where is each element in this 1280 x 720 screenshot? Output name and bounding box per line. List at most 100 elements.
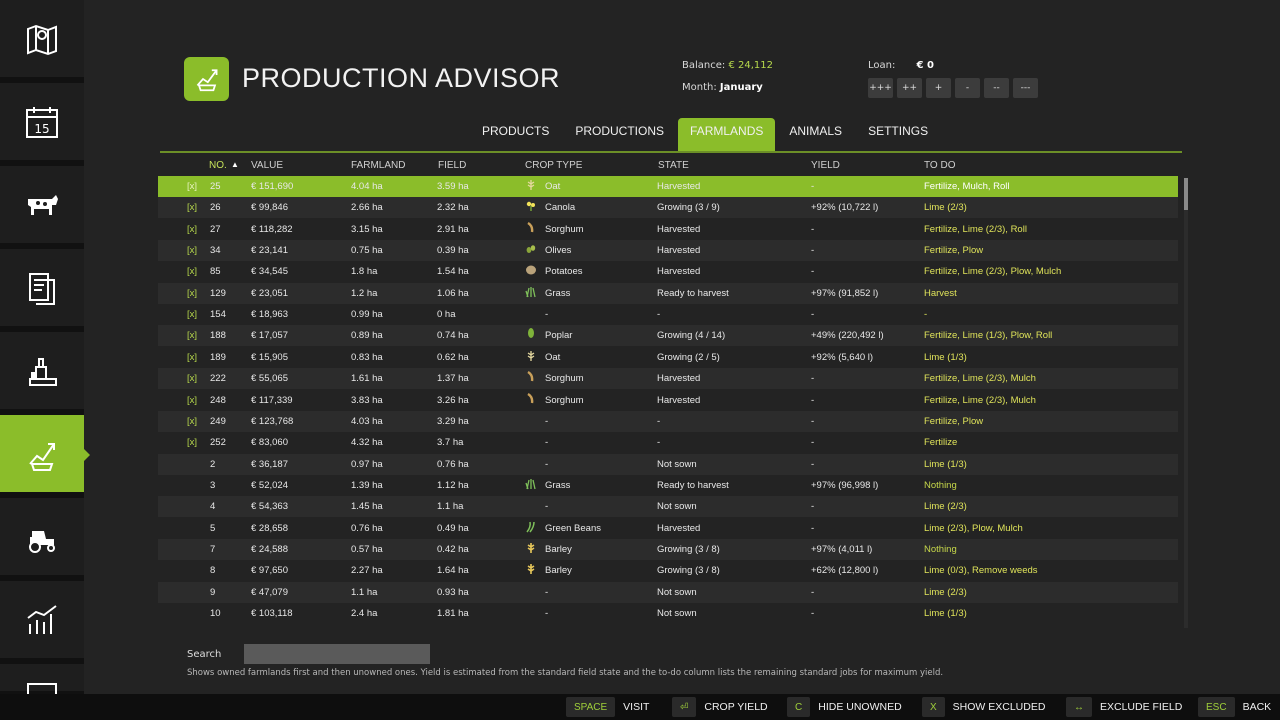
excluded-marker: [x] bbox=[187, 202, 198, 214]
column-header-crop-type[interactable]: CROP TYPE bbox=[525, 160, 582, 171]
yield-estimate: - bbox=[811, 437, 815, 449]
column-header-todo[interactable]: TO DO bbox=[924, 160, 955, 171]
farmland-number: 25 bbox=[210, 181, 221, 192]
table-row[interactable]: 2 € 36,187 0.97 ha 0.76 ha - Not sown - Lime (1… bbox=[158, 453, 1178, 475]
crop-state: Ready to harvest bbox=[657, 479, 729, 491]
excluded-marker: [x] bbox=[187, 287, 198, 299]
arrows-key-icon: ↔ bbox=[1066, 697, 1092, 717]
loan-increase-1-button[interactable]: + bbox=[926, 78, 951, 98]
table-row[interactable]: 9 € 47,079 1.1 ha 0.93 ha - Not sown - Lime (2/… bbox=[158, 581, 1178, 603]
sidebar-item-production[interactable] bbox=[0, 332, 84, 412]
todo-list: Lime (2/3) bbox=[924, 586, 967, 598]
excluded-marker: [x] bbox=[187, 245, 198, 257]
table-row[interactable]: 5 € 28,658 0.76 ha 0.49 ha Green Beans Harves… bbox=[158, 518, 1178, 539]
loan-display: Loan: € 0 bbox=[868, 60, 934, 71]
farmland-number: 85 bbox=[210, 266, 221, 278]
column-header-field[interactable]: FIELD bbox=[438, 160, 466, 171]
table-row[interactable]: [x] 26 € 99,846 2.66 ha 2.32 ha Canola Growing… bbox=[158, 197, 1178, 219]
tab-products[interactable]: PRODUCTS bbox=[470, 118, 561, 151]
table-row[interactable]: [x] 222 € 55,065 1.61 ha 1.37 ha Sorghum Harve… bbox=[158, 368, 1178, 390]
excluded-marker: [x] bbox=[187, 373, 198, 385]
table-row[interactable]: [x] 25 € 151,690 4.04 ha 3.59 ha Oat Harvested… bbox=[158, 176, 1178, 197]
hotkey-label: HIDE UNOWNED bbox=[818, 701, 902, 713]
sidebar-item-screen[interactable] bbox=[0, 664, 84, 696]
field-area: 0.42 ha bbox=[437, 543, 469, 555]
farmland-value: € 54,363 bbox=[251, 501, 288, 513]
column-header-value[interactable]: VALUE bbox=[251, 160, 283, 171]
loan-increase-3-button[interactable]: +++ bbox=[868, 78, 893, 98]
hotkey-bar: SPACE VISIT ⏎ CROP YIELD C HIDE UNOWNED … bbox=[0, 694, 1280, 720]
column-header-no[interactable]: NO. bbox=[209, 160, 227, 171]
search-input[interactable] bbox=[244, 644, 430, 664]
help-text: Shows owned farmlands first and then uno… bbox=[187, 668, 944, 678]
hotkey-back[interactable]: ESC BACK bbox=[1198, 697, 1271, 717]
crop-state: Harvested bbox=[657, 245, 701, 257]
table-row[interactable]: [x] 154 € 18,963 0.99 ha 0 ha - - - - bbox=[158, 304, 1178, 325]
loan-decrease-3-button[interactable]: --- bbox=[1013, 78, 1038, 98]
sidebar-item-map[interactable] bbox=[0, 0, 84, 80]
sidebar-item-production-advisor[interactable] bbox=[0, 415, 90, 495]
hotkey-hide-unowned[interactable]: C HIDE UNOWNED bbox=[787, 697, 902, 717]
field-area: 1.81 ha bbox=[437, 608, 469, 619]
scrollbar-thumb[interactable] bbox=[1184, 178, 1188, 210]
tab-productions[interactable]: PRODUCTIONS bbox=[563, 118, 676, 151]
hotkey-exclude-field[interactable]: ↔ EXCLUDE FIELD bbox=[1066, 697, 1182, 717]
farmland-area: 1.45 ha bbox=[351, 501, 383, 513]
farmland-area: 4.03 ha bbox=[351, 415, 383, 427]
farmland-value: € 23,141 bbox=[251, 245, 288, 257]
loan-decrease-1-button[interactable]: - bbox=[955, 78, 980, 98]
table-row[interactable]: [x] 189 € 15,905 0.83 ha 0.62 ha Oat Growing (… bbox=[158, 347, 1178, 368]
table-row[interactable]: 3 € 52,024 1.39 ha 1.12 ha Grass Ready to har… bbox=[158, 475, 1178, 496]
table-row[interactable]: [x] 249 € 123,768 4.03 ha 3.29 ha - - - Fertiliz… bbox=[158, 410, 1178, 432]
yield-estimate: - bbox=[811, 309, 815, 321]
tab-animals[interactable]: ANIMALS bbox=[777, 118, 854, 151]
cow-icon bbox=[28, 194, 58, 215]
farmland-value: € 151,690 bbox=[251, 181, 294, 192]
todo-list: Fertilize, Lime (2/3), Mulch bbox=[924, 394, 1036, 406]
field-area: 2.32 ha bbox=[437, 202, 469, 214]
table-row[interactable]: 10 € 103,118 2.4 ha 1.81 ha - Not sown - Lime (… bbox=[158, 603, 1178, 624]
key-esc: ESC bbox=[1198, 697, 1235, 717]
table-row[interactable]: 4 € 54,363 1.45 ha 1.1 ha - Not sown - Lime (2/… bbox=[158, 496, 1178, 518]
table-row[interactable]: [x] 129 € 23,051 1.2 ha 1.06 ha Grass Ready to… bbox=[158, 282, 1178, 304]
table-row[interactable]: [x] 85 € 34,545 1.8 ha 1.54 ha Potatoes Harves… bbox=[158, 261, 1178, 282]
loan-decrease-2-button[interactable]: -- bbox=[984, 78, 1009, 98]
yield-estimate: - bbox=[811, 458, 815, 470]
loan-increase-2-button[interactable]: ++ bbox=[897, 78, 922, 98]
sidebar-item-statistics[interactable] bbox=[0, 581, 84, 661]
sidebar-item-vehicles[interactable] bbox=[0, 498, 84, 578]
column-header-yield[interactable]: YIELD bbox=[811, 160, 840, 171]
hotkey-visit[interactable]: SPACE VISIT bbox=[566, 697, 649, 717]
table-row[interactable]: 7 € 24,588 0.57 ha 0.42 ha Barley Growing (3 … bbox=[158, 538, 1178, 560]
table-row[interactable]: [x] 27 € 118,282 3.15 ha 2.91 ha Sorghum Harve… bbox=[158, 219, 1178, 240]
tab-farmlands[interactable]: FARMLANDS bbox=[678, 118, 776, 151]
sidebar-item-contracts[interactable] bbox=[0, 249, 84, 329]
table-row[interactable]: [x] 248 € 117,339 3.83 ha 3.26 ha Sorghum Harv… bbox=[158, 390, 1178, 411]
todo-list: Lime (1/3) bbox=[924, 351, 967, 363]
sidebar-item-animals[interactable] bbox=[0, 166, 84, 246]
farmland-number: 10 bbox=[210, 608, 221, 619]
table-row[interactable]: [x] 34 € 23,141 0.75 ha 0.39 ha Olives Harvest… bbox=[158, 240, 1178, 262]
column-header-farmland[interactable]: FARMLAND bbox=[351, 160, 405, 171]
farmland-area: 0.99 ha bbox=[351, 309, 383, 321]
crop-type: - bbox=[545, 608, 549, 619]
todo-list: Fertilize bbox=[924, 437, 958, 449]
todo-list: Fertilize, Lime (2/3), Plow, Mulch bbox=[924, 266, 1062, 278]
farmland-area: 2.66 ha bbox=[351, 202, 383, 214]
hotkey-crop-yield[interactable]: ⏎ CROP YIELD bbox=[672, 697, 768, 717]
sidebar-item-calendar[interactable]: 15 bbox=[0, 83, 84, 163]
farmland-value: € 117,339 bbox=[251, 394, 293, 406]
tab-settings[interactable]: SETTINGS bbox=[856, 118, 940, 151]
table-scrollbar[interactable] bbox=[1184, 178, 1188, 628]
greenbeans-crop-icon bbox=[526, 521, 535, 533]
oat-crop-icon bbox=[527, 350, 535, 361]
table-row[interactable]: [x] 252 € 83,060 4.32 ha 3.7 ha - - - Fertilize bbox=[158, 432, 1178, 453]
field-area: 3.29 ha bbox=[437, 415, 469, 427]
yield-estimate: +97% (91,852 l) bbox=[811, 287, 879, 299]
table-row[interactable]: [x] 188 € 17,057 0.89 ha 0.74 ha Poplar Growin… bbox=[158, 325, 1178, 347]
farmland-number: 154 bbox=[210, 309, 226, 321]
table-row[interactable]: 8 € 97,650 2.27 ha 1.64 ha Barley Growing (3 … bbox=[158, 560, 1178, 581]
column-header-state[interactable]: STATE bbox=[658, 160, 689, 171]
hotkey-show-excluded[interactable]: X SHOW EXCLUDED bbox=[922, 697, 1045, 717]
farmland-value: € 28,658 bbox=[251, 522, 288, 534]
